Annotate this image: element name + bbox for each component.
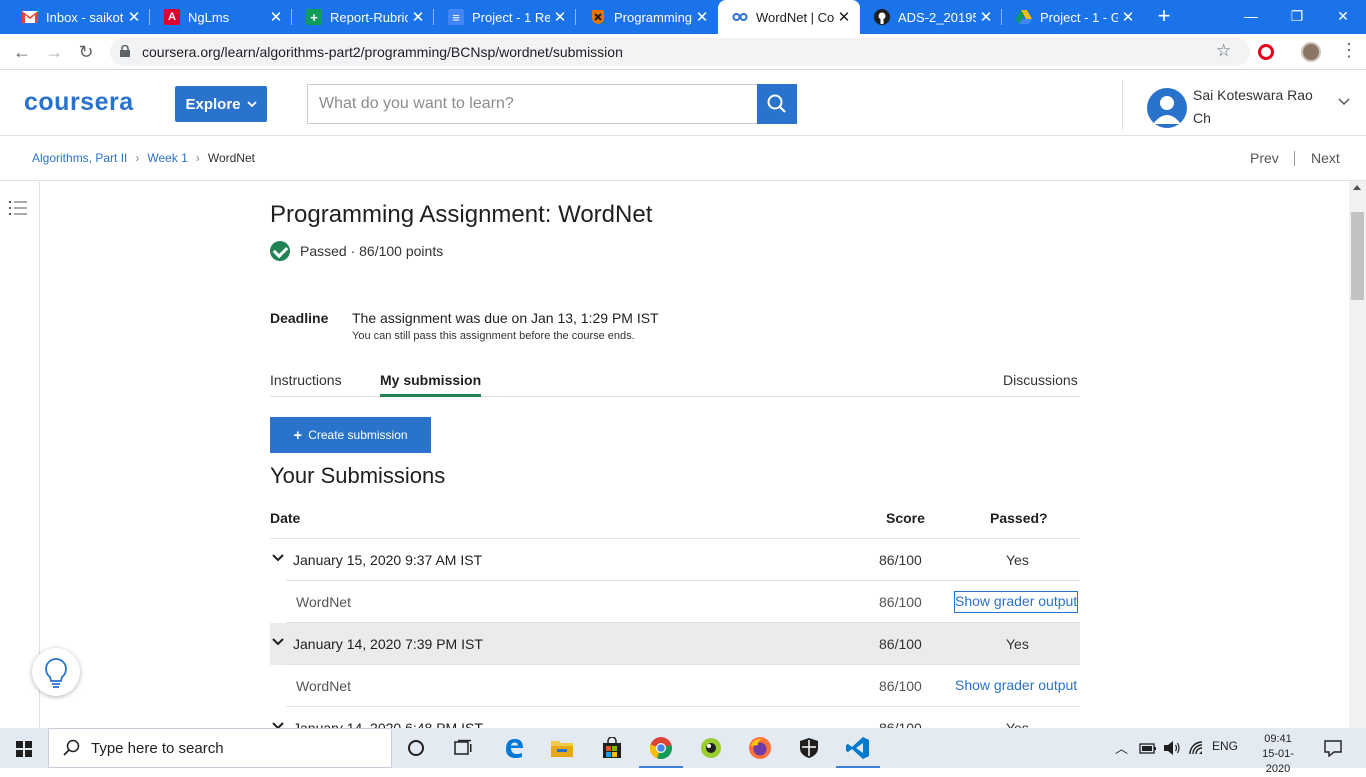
submission-row[interactable]: January 14, 2020 6:48 PM IST 86/100 Yes: [270, 707, 1080, 728]
part-score: 86/100: [879, 594, 922, 610]
deadline-text: The assignment was due on Jan 13, 1:29 P…: [352, 310, 659, 326]
submissions-heading: Your Submissions: [270, 463, 446, 488]
create-submission-button[interactable]: + Create submission: [270, 417, 431, 453]
assignment-tabs: Instructions My submission Discussions: [270, 366, 1080, 397]
submission-score: 86/100: [879, 636, 922, 652]
taskbar-search-box[interactable]: Type here to search: [48, 728, 392, 768]
chevron-down-icon[interactable]: [272, 638, 284, 646]
vscode-icon[interactable]: [836, 734, 880, 768]
windows-start-icon[interactable]: [16, 741, 32, 757]
submission-row[interactable]: January 15, 2020 9:37 AM IST 86/100 Yes: [270, 539, 1080, 581]
lightbulb-icon: [45, 658, 67, 688]
tab-discussions[interactable]: Discussions: [1003, 372, 1078, 396]
battery-icon[interactable]: [1139, 741, 1157, 755]
tab-instructions[interactable]: Instructions: [270, 372, 342, 396]
deadline-note: You can still pass this assignment befor…: [352, 330, 635, 342]
firefox-icon[interactable]: [746, 734, 774, 762]
deadline-label: Deadline: [270, 310, 329, 326]
check-circle-icon: [270, 241, 290, 261]
clock-time: 09:41: [1264, 733, 1292, 745]
submission-passed: Yes: [1006, 636, 1029, 652]
column-header-date: Date: [270, 510, 301, 526]
submission-row[interactable]: January 14, 2020 7:39 PM IST 86/100 Yes: [270, 623, 1080, 665]
cortana-icon[interactable]: [402, 734, 430, 762]
windows-taskbar: Type here to search ︿ ENG 09:41 15-01-20…: [0, 728, 1366, 775]
system-clock[interactable]: 09:41 15-01-2020: [1252, 732, 1304, 777]
volume-icon[interactable]: [1163, 740, 1181, 756]
search-icon: [63, 739, 80, 756]
page-title: Programming Assignment: WordNet: [270, 201, 653, 228]
part-score: 86/100: [879, 678, 922, 694]
submission-date: January 14, 2020 6:48 PM IST: [293, 720, 483, 728]
input-language[interactable]: ENG: [1212, 739, 1238, 753]
plus-icon: +: [293, 426, 303, 444]
edge-icon[interactable]: [500, 734, 528, 762]
store-icon[interactable]: [598, 734, 626, 762]
notifications-icon[interactable]: [1324, 739, 1342, 757]
tray-overflow-chevron-icon[interactable]: ︿: [1115, 738, 1128, 757]
column-header-passed: Passed?: [990, 510, 1048, 526]
security-shield-icon[interactable]: [795, 734, 823, 762]
submission-score: 86/100: [879, 720, 922, 728]
chrome-icon[interactable]: [639, 734, 683, 768]
main-content: Programming Assignment: WordNet Passed ·…: [0, 0, 1366, 728]
column-header-score: Score: [886, 510, 925, 526]
help-lightbulb-button[interactable]: [32, 648, 80, 696]
part-name: WordNet: [296, 594, 351, 610]
clock-date: 15-01-2020: [1262, 748, 1294, 775]
show-grader-output-link[interactable]: Show grader output: [954, 591, 1079, 613]
submission-passed: Yes: [1006, 552, 1029, 568]
submission-part-row: WordNet 86/100 Show grader output: [286, 665, 1080, 707]
submission-date: January 15, 2020 9:37 AM IST: [293, 552, 483, 568]
file-explorer-icon[interactable]: [548, 734, 576, 762]
submission-passed: Yes: [1006, 720, 1029, 728]
task-view-icon[interactable]: [450, 734, 478, 762]
show-grader-output-link[interactable]: Show grader output: [954, 675, 1078, 697]
submission-part-row: WordNet 86/100 Show grader output: [286, 581, 1080, 623]
chevron-down-icon[interactable]: [272, 554, 284, 562]
app-globe-icon[interactable]: [697, 734, 725, 762]
pass-status: Passed · 86/100 points: [270, 241, 443, 261]
submission-date: January 14, 2020 7:39 PM IST: [293, 636, 483, 652]
tab-my-submission[interactable]: My submission: [380, 372, 482, 397]
submission-score: 86/100: [879, 552, 922, 568]
part-name: WordNet: [296, 678, 351, 694]
wifi-icon[interactable]: [1188, 740, 1206, 756]
